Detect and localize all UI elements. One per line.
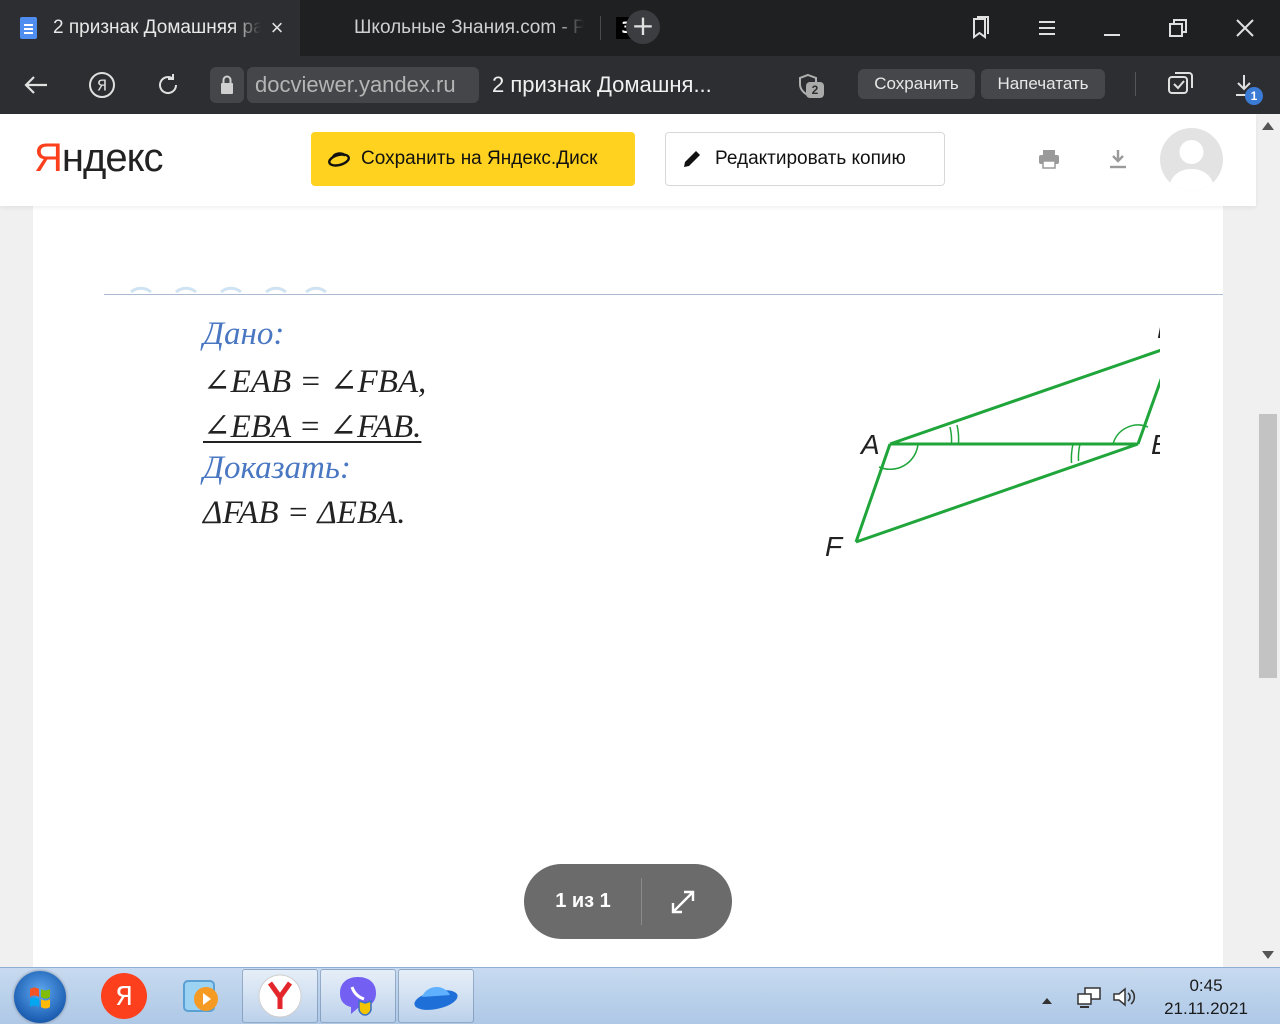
media-player-icon xyxy=(183,980,218,1012)
angle-arc-EAB-1 xyxy=(949,426,953,445)
taskbar-viber[interactable] xyxy=(320,969,396,1023)
volume-icon[interactable] xyxy=(1112,986,1138,1013)
scroll-thumb[interactable] xyxy=(1259,414,1277,678)
menu-icon[interactable] xyxy=(1027,8,1067,48)
scroll-down-arrow-icon[interactable] xyxy=(1262,951,1274,959)
collections-icon[interactable] xyxy=(1160,65,1200,105)
reload-icon[interactable] xyxy=(148,65,188,105)
angle-arc-EAB-2 xyxy=(956,424,960,445)
taskbar-yandex-browser[interactable] xyxy=(242,969,318,1023)
yandex-disk-taskbar-icon xyxy=(414,986,458,1010)
toolbar-divider xyxy=(1135,72,1136,96)
printer-icon[interactable] xyxy=(1038,149,1060,169)
edit-copy-button[interactable]: Редактировать копию xyxy=(665,132,945,186)
restore-icon[interactable] xyxy=(1158,8,1198,48)
given-line-1: ∠EAB = ∠FBA, xyxy=(203,364,427,400)
save-to-yandex-disk-button[interactable]: Сохранить на Яндекс.Диск xyxy=(311,132,635,186)
prove-label: Доказать: xyxy=(203,450,351,486)
download-icon[interactable] xyxy=(1108,149,1128,169)
point-label-A: A xyxy=(859,429,880,460)
pager-divider xyxy=(641,878,642,925)
point-label-E: E xyxy=(1157,313,1160,344)
vertical-scrollbar[interactable] xyxy=(1256,114,1280,967)
segment-AE xyxy=(889,348,1160,446)
save-to-disk-label: Сохранить на Яндекс.Диск xyxy=(361,148,598,169)
user-avatar[interactable] xyxy=(1160,128,1223,191)
address-page-title[interactable]: 2 признак Домашня... xyxy=(492,67,782,103)
page-pager: 1 из 1 xyxy=(524,864,732,939)
clock-date[interactable]: 21.11.2021 xyxy=(1150,999,1262,1019)
minimize-icon[interactable] xyxy=(1092,8,1132,48)
windows-logo-icon xyxy=(30,987,50,1009)
given-label: Дано: xyxy=(203,316,285,352)
yandex-icon: Я xyxy=(101,973,147,1019)
address-domain[interactable]: docviewer.yandex.ru xyxy=(247,67,479,103)
tab-znania[interactable]: З Школьные Знания.com - Решение xyxy=(300,0,638,56)
geometry-figure: E A B F xyxy=(825,313,1160,562)
svg-text:Я: Я xyxy=(97,77,107,95)
header-rule xyxy=(104,294,1223,295)
angle-arc-FBA-2 xyxy=(1070,443,1074,464)
clock-time[interactable]: 0:45 xyxy=(1150,976,1262,996)
prove-line: ΔFAB = ΔEBA. xyxy=(203,495,406,531)
yandex-browser-icon xyxy=(258,974,302,1018)
svg-text:Я: Я xyxy=(115,982,133,1012)
tab-docviewer[interactable]: 2 признак Домашняя работа × xyxy=(0,0,300,56)
tab-separator xyxy=(600,16,601,40)
browser-tab-strip: 2 признак Домашняя работа × З Школьные З… xyxy=(0,0,1280,56)
faded-header-marks xyxy=(130,286,327,294)
lock-icon[interactable] xyxy=(210,67,244,103)
yandex-logo[interactable]: Яндекс xyxy=(34,136,164,181)
tab-title: 2 признак Домашняя работа xyxy=(53,17,261,39)
viewer-header: Яндекс Сохранить на Яндекс.Диск Редактир… xyxy=(0,114,1256,206)
network-icon[interactable] xyxy=(1076,986,1102,1013)
segment-BF xyxy=(855,442,1139,544)
expand-arrows-icon xyxy=(671,890,695,913)
angle-arc-FBA-1 xyxy=(1077,443,1081,462)
yandex-home-icon[interactable]: Я xyxy=(82,65,122,105)
protect-count-badge: 2 xyxy=(806,82,824,98)
document-page: Дано: ∠EAB = ∠FBA, ∠EBA = ∠FAB. Доказать… xyxy=(33,206,1223,967)
show-hidden-icons-arrow[interactable] xyxy=(1041,992,1053,1010)
print-page-button[interactable]: Напечатать xyxy=(981,69,1105,99)
document-viewport[interactable]: Дано: ∠EAB = ∠FBA, ∠EBA = ∠FAB. Доказать… xyxy=(0,206,1256,967)
bookmarks-icon[interactable] xyxy=(960,8,1000,48)
close-tab-icon[interactable]: × xyxy=(266,14,288,42)
taskbar-media-player[interactable] xyxy=(163,969,239,1023)
document-icon xyxy=(20,17,37,39)
user-silhouette-icon xyxy=(1168,140,1215,191)
browser-toolbar: Я docviewer.yandex.ru 2 признак Домашня.… xyxy=(0,56,1280,114)
viber-icon xyxy=(340,977,376,1016)
windows-taskbar: Я 0:45 21.11.2021 xyxy=(0,967,1280,1024)
point-label-B: B xyxy=(1151,429,1160,460)
point-label-F: F xyxy=(825,531,844,562)
pencil-icon xyxy=(684,151,700,167)
new-tab-button[interactable]: + xyxy=(626,10,660,44)
back-arrow-icon[interactable] xyxy=(16,65,56,105)
fullscreen-button[interactable] xyxy=(656,878,710,925)
given-line-2: ∠EBA = ∠FAB. xyxy=(203,409,422,445)
edit-copy-label: Редактировать копию xyxy=(715,148,906,169)
scroll-up-arrow-icon[interactable] xyxy=(1262,122,1274,130)
taskbar-yandex[interactable]: Я xyxy=(86,969,162,1023)
tab-title: Школьные Знания.com - Решение xyxy=(354,17,584,39)
yandex-disk-icon xyxy=(328,152,350,167)
taskbar-yandex-disk[interactable] xyxy=(398,969,474,1023)
start-button[interactable] xyxy=(14,971,66,1023)
downloads-count-badge: 1 xyxy=(1245,87,1263,105)
page-counter: 1 из 1 xyxy=(555,890,611,912)
save-page-button[interactable]: Сохранить xyxy=(858,69,975,99)
close-window-icon[interactable] xyxy=(1225,8,1265,48)
